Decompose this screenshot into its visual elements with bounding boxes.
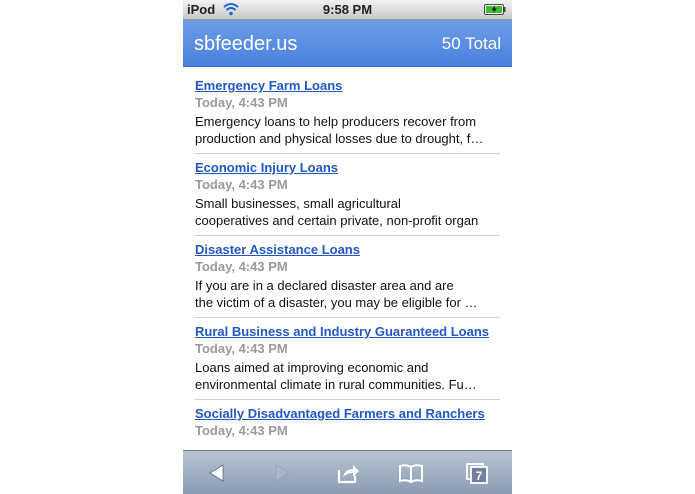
description-line: Small businesses, small agricultural	[195, 196, 401, 211]
description-line: If you are in a declared disaster area a…	[195, 278, 454, 293]
feed-item: Socially Disadvantaged Farmers and Ranch…	[195, 400, 500, 450]
description-line: cooperatives and certain private, non-pr…	[195, 213, 479, 228]
share-icon[interactable]	[335, 461, 361, 485]
feed-item-title-link[interactable]: Economic Injury Loans	[195, 160, 338, 175]
forward-arrow-icon[interactable]	[269, 461, 295, 485]
feed-item-date: Today, 4:43 PM	[195, 423, 288, 438]
app-header: sbfeeder.us 50 Total	[183, 20, 512, 67]
battery-icon	[484, 4, 506, 15]
bookmarks-icon[interactable]	[398, 461, 424, 485]
feed-item-title-link[interactable]: Disaster Assistance Loans	[195, 242, 360, 257]
back-arrow-icon[interactable]	[204, 461, 230, 485]
feed-item-title-link[interactable]: Socially Disadvantaged Farmers and Ranch…	[195, 406, 485, 421]
feed-item: Rural Business and Industry Guaranteed L…	[195, 318, 500, 400]
feed-item-description: Loans aimed at improving economic and en…	[195, 359, 500, 393]
feed-item-description: Small businesses, small agricultural coo…	[195, 195, 500, 229]
feed-item-date: Today, 4:43 PM	[195, 259, 288, 274]
browser-toolbar: 7	[183, 450, 512, 494]
pages-icon[interactable]: 7	[464, 461, 490, 485]
description-line: Loans aimed at improving economic and	[195, 360, 429, 375]
feed-item: Emergency Farm Loans Today, 4:43 PM Emer…	[195, 72, 500, 154]
browser-screen: iPod 9:58 PM sbfeeder.us 50 Total Emerge…	[183, 0, 512, 494]
pages-count: 7	[476, 469, 483, 483]
description-line: production and physical losses due to dr…	[195, 131, 484, 146]
site-title: sbfeeder.us	[194, 33, 298, 55]
feed-item-date: Today, 4:43 PM	[195, 341, 288, 356]
feed-item-description: Emergency loans to help producers recove…	[195, 113, 500, 147]
feed-list[interactable]: Emergency Farm Loans Today, 4:43 PM Emer…	[195, 72, 500, 450]
feed-item-date: Today, 4:43 PM	[195, 95, 288, 110]
clock: 9:58 PM	[322, 2, 373, 17]
feed-item: Economic Injury Loans Today, 4:43 PM Sma…	[195, 154, 500, 236]
description-line: environmental climate in rural communiti…	[195, 377, 477, 392]
feed-item-description: If you are in a declared disaster area a…	[195, 277, 500, 311]
feed-item-title-link[interactable]: Emergency Farm Loans	[195, 78, 342, 93]
feed-item: Disaster Assistance Loans Today, 4:43 PM…	[195, 236, 500, 318]
status-bar: iPod 9:58 PM	[183, 0, 512, 20]
feed-item-title-link[interactable]: Rural Business and Industry Guaranteed L…	[195, 324, 489, 339]
total-count: 50 Total	[441, 34, 501, 53]
description-line: Emergency loans to help producers recove…	[195, 114, 477, 129]
description-line: the victim of a disaster, you may be eli…	[195, 295, 478, 310]
feed-item-date: Today, 4:43 PM	[195, 177, 288, 192]
